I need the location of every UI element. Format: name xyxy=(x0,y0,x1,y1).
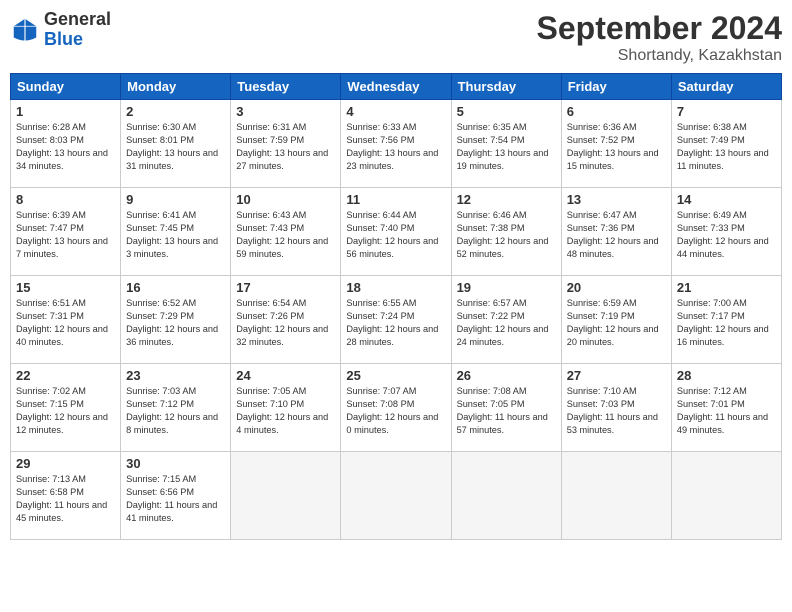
calendar-day: 10Sunrise: 6:43 AMSunset: 7:43 PMDayligh… xyxy=(231,188,341,276)
calendar-day: 5Sunrise: 6:35 AMSunset: 7:54 PMDaylight… xyxy=(451,100,561,188)
calendar-week-row: 15Sunrise: 6:51 AMSunset: 7:31 PMDayligh… xyxy=(11,276,782,364)
month-title: September 2024 xyxy=(537,10,782,47)
calendar-day: 9Sunrise: 6:41 AMSunset: 7:45 PMDaylight… xyxy=(121,188,231,276)
calendar-day: 3Sunrise: 6:31 AMSunset: 7:59 PMDaylight… xyxy=(231,100,341,188)
calendar-day xyxy=(451,452,561,540)
calendar-day: 24Sunrise: 7:05 AMSunset: 7:10 PMDayligh… xyxy=(231,364,341,452)
logo: General Blue xyxy=(10,10,111,50)
weekday-header: Monday xyxy=(121,74,231,100)
calendar-day xyxy=(561,452,671,540)
weekday-header: Tuesday xyxy=(231,74,341,100)
calendar-week-row: 8Sunrise: 6:39 AMSunset: 7:47 PMDaylight… xyxy=(11,188,782,276)
calendar-day: 11Sunrise: 6:44 AMSunset: 7:40 PMDayligh… xyxy=(341,188,451,276)
calendar-table: SundayMondayTuesdayWednesdayThursdayFrid… xyxy=(10,73,782,540)
calendar-week-row: 22Sunrise: 7:02 AMSunset: 7:15 PMDayligh… xyxy=(11,364,782,452)
calendar-day: 21Sunrise: 7:00 AMSunset: 7:17 PMDayligh… xyxy=(671,276,781,364)
calendar-day: 25Sunrise: 7:07 AMSunset: 7:08 PMDayligh… xyxy=(341,364,451,452)
page-header: General Blue September 2024 Shortandy, K… xyxy=(10,10,782,65)
calendar-day: 4Sunrise: 6:33 AMSunset: 7:56 PMDaylight… xyxy=(341,100,451,188)
weekday-header: Sunday xyxy=(11,74,121,100)
calendar-day: 19Sunrise: 6:57 AMSunset: 7:22 PMDayligh… xyxy=(451,276,561,364)
calendar-day: 12Sunrise: 6:46 AMSunset: 7:38 PMDayligh… xyxy=(451,188,561,276)
weekday-header: Saturday xyxy=(671,74,781,100)
calendar-day: 7Sunrise: 6:38 AMSunset: 7:49 PMDaylight… xyxy=(671,100,781,188)
weekday-header-row: SundayMondayTuesdayWednesdayThursdayFrid… xyxy=(11,74,782,100)
calendar-day: 29Sunrise: 7:13 AMSunset: 6:58 PMDayligh… xyxy=(11,452,121,540)
calendar-day xyxy=(341,452,451,540)
calendar-day: 20Sunrise: 6:59 AMSunset: 7:19 PMDayligh… xyxy=(561,276,671,364)
calendar-day: 6Sunrise: 6:36 AMSunset: 7:52 PMDaylight… xyxy=(561,100,671,188)
logo-general-text: General xyxy=(44,9,111,29)
calendar-day: 15Sunrise: 6:51 AMSunset: 7:31 PMDayligh… xyxy=(11,276,121,364)
calendar-day xyxy=(231,452,341,540)
calendar-day: 16Sunrise: 6:52 AMSunset: 7:29 PMDayligh… xyxy=(121,276,231,364)
calendar-week-row: 29Sunrise: 7:13 AMSunset: 6:58 PMDayligh… xyxy=(11,452,782,540)
calendar-day: 13Sunrise: 6:47 AMSunset: 7:36 PMDayligh… xyxy=(561,188,671,276)
logo-blue-text: Blue xyxy=(44,29,83,49)
calendar-week-row: 1Sunrise: 6:28 AMSunset: 8:03 PMDaylight… xyxy=(11,100,782,188)
calendar-day: 18Sunrise: 6:55 AMSunset: 7:24 PMDayligh… xyxy=(341,276,451,364)
calendar-day: 22Sunrise: 7:02 AMSunset: 7:15 PMDayligh… xyxy=(11,364,121,452)
calendar-day: 17Sunrise: 6:54 AMSunset: 7:26 PMDayligh… xyxy=(231,276,341,364)
weekday-header: Wednesday xyxy=(341,74,451,100)
calendar-day: 23Sunrise: 7:03 AMSunset: 7:12 PMDayligh… xyxy=(121,364,231,452)
location-text: Shortandy, Kazakhstan xyxy=(537,47,782,65)
calendar-day: 28Sunrise: 7:12 AMSunset: 7:01 PMDayligh… xyxy=(671,364,781,452)
calendar-day: 2Sunrise: 6:30 AMSunset: 8:01 PMDaylight… xyxy=(121,100,231,188)
logo-icon xyxy=(10,15,40,45)
calendar-day: 30Sunrise: 7:15 AMSunset: 6:56 PMDayligh… xyxy=(121,452,231,540)
weekday-header: Thursday xyxy=(451,74,561,100)
calendar-day: 14Sunrise: 6:49 AMSunset: 7:33 PMDayligh… xyxy=(671,188,781,276)
calendar-day: 26Sunrise: 7:08 AMSunset: 7:05 PMDayligh… xyxy=(451,364,561,452)
calendar-day: 8Sunrise: 6:39 AMSunset: 7:47 PMDaylight… xyxy=(11,188,121,276)
calendar-day xyxy=(671,452,781,540)
calendar-day: 1Sunrise: 6:28 AMSunset: 8:03 PMDaylight… xyxy=(11,100,121,188)
calendar-day: 27Sunrise: 7:10 AMSunset: 7:03 PMDayligh… xyxy=(561,364,671,452)
weekday-header: Friday xyxy=(561,74,671,100)
title-block: September 2024 Shortandy, Kazakhstan xyxy=(537,10,782,65)
